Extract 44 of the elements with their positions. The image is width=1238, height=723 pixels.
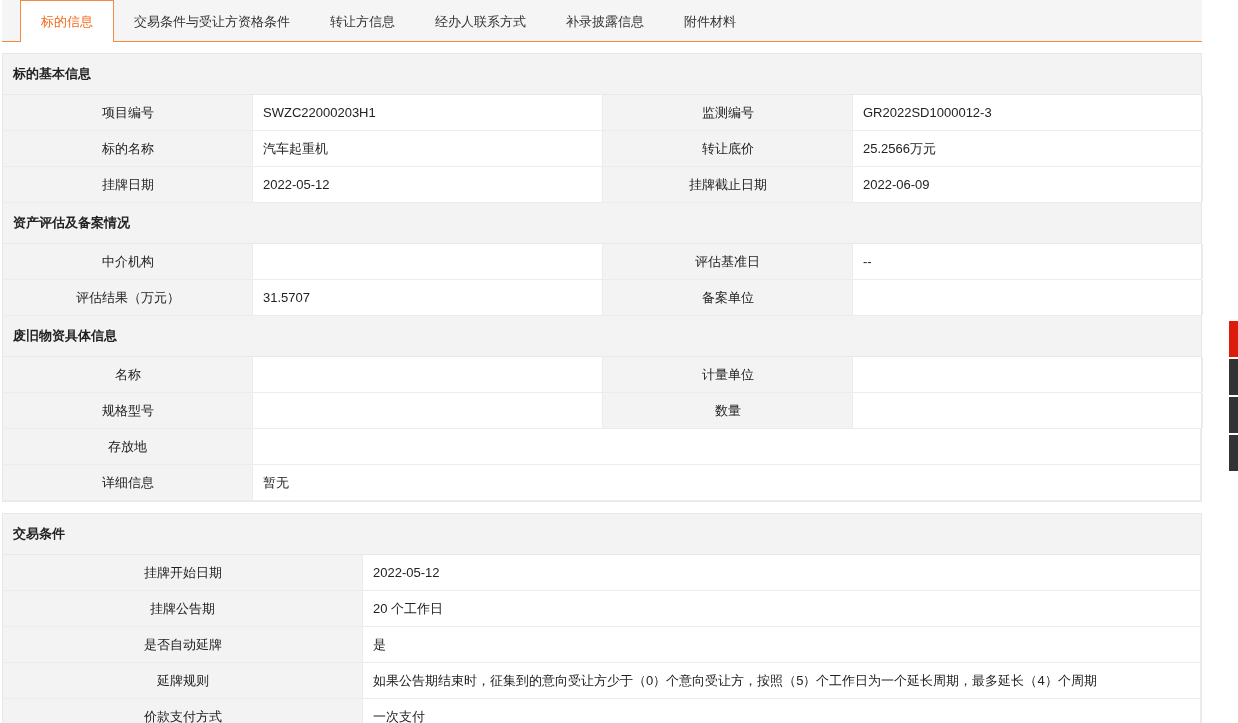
field-label: 备案单位: [603, 280, 853, 315]
section-title: 资产评估及备案情况: [3, 203, 1201, 244]
field-label: 存放地: [3, 429, 253, 464]
field-label: 规格型号: [3, 393, 253, 428]
field-label: 评估基准日: [603, 244, 853, 279]
field-value: 25.2566万元: [853, 131, 1203, 166]
tab[interactable]: 补录披露信息: [546, 1, 664, 42]
field-value: 20 个工作日: [363, 591, 1201, 626]
field-label: 挂牌截止日期: [603, 167, 853, 202]
field-value: GR2022SD1000012-3: [853, 95, 1203, 130]
field-label: 项目编号: [3, 95, 253, 130]
field-label: 挂牌日期: [3, 167, 253, 202]
field-label: 详细信息: [3, 465, 253, 500]
tab[interactable]: 附件材料: [664, 1, 756, 42]
field-label: 转让底价: [603, 131, 853, 166]
section-title: 交易条件: [3, 514, 1201, 555]
field-value: --: [853, 244, 1203, 279]
field-label: 数量: [603, 393, 853, 428]
field-value: 如果公告期结束时，征集到的意向受让方少于（0）个意向受让方，按照（5）个工作日为一个延长周期，最多延长（4）个周期: [363, 663, 1201, 698]
side-button[interactable]: [1229, 435, 1238, 471]
field-label: 名称: [3, 357, 253, 392]
field-label: 延牌规则: [3, 663, 363, 698]
field-label: 计量单位: [603, 357, 853, 392]
field-value: 一次支付: [363, 699, 1201, 723]
field-label: 挂牌公告期: [3, 591, 363, 626]
field-value: 2022-05-12: [363, 555, 1201, 590]
field-value: 是: [363, 627, 1201, 662]
field-value: 暂无: [253, 465, 1201, 500]
field-label: 是否自动延牌: [3, 627, 363, 662]
field-label: 监测编号: [603, 95, 853, 130]
tab[interactable]: 经办人联系方式: [415, 1, 546, 42]
field-label: 评估结果（万元）: [3, 280, 253, 315]
field-label: 中介机构: [3, 244, 253, 279]
field-label: 标的名称: [3, 131, 253, 166]
section-title: 标的基本信息: [3, 54, 1201, 95]
side-button[interactable]: [1229, 321, 1238, 357]
section-title: 废旧物资具体信息: [3, 316, 1201, 357]
tab[interactable]: 转让方信息: [310, 1, 415, 42]
side-button[interactable]: [1229, 397, 1238, 433]
field-label: 价款支付方式: [3, 699, 363, 723]
side-button[interactable]: [1229, 359, 1238, 395]
tab[interactable]: 交易条件与受让方资格条件: [114, 1, 310, 42]
field-value: 2022-06-09: [853, 167, 1203, 202]
field-label: 挂牌开始日期: [3, 555, 363, 590]
